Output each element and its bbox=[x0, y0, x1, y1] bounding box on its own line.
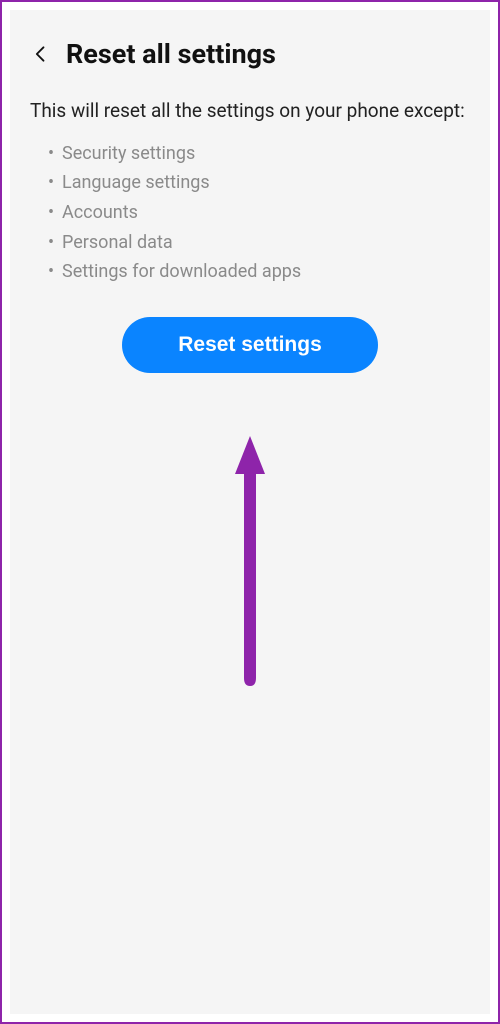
button-container: Reset settings bbox=[30, 317, 470, 373]
app-frame-outer: Reset all settings This will reset all t… bbox=[0, 0, 500, 1024]
reset-description: This will reset all the settings on your… bbox=[30, 98, 470, 125]
list-item: Language settings bbox=[48, 168, 470, 198]
annotation-arrow-icon bbox=[227, 430, 273, 690]
reset-settings-button[interactable]: Reset settings bbox=[122, 317, 378, 373]
list-item: Accounts bbox=[48, 198, 470, 228]
app-frame-inner: Reset all settings This will reset all t… bbox=[10, 10, 490, 1014]
page-header: Reset all settings bbox=[30, 38, 470, 70]
list-item: Security settings bbox=[48, 139, 470, 169]
back-icon[interactable] bbox=[30, 43, 52, 65]
page-title: Reset all settings bbox=[66, 38, 276, 70]
list-item: Personal data bbox=[48, 228, 470, 258]
list-item: Settings for downloaded apps bbox=[48, 257, 470, 287]
exception-list: Security settings Language settings Acco… bbox=[30, 139, 470, 287]
